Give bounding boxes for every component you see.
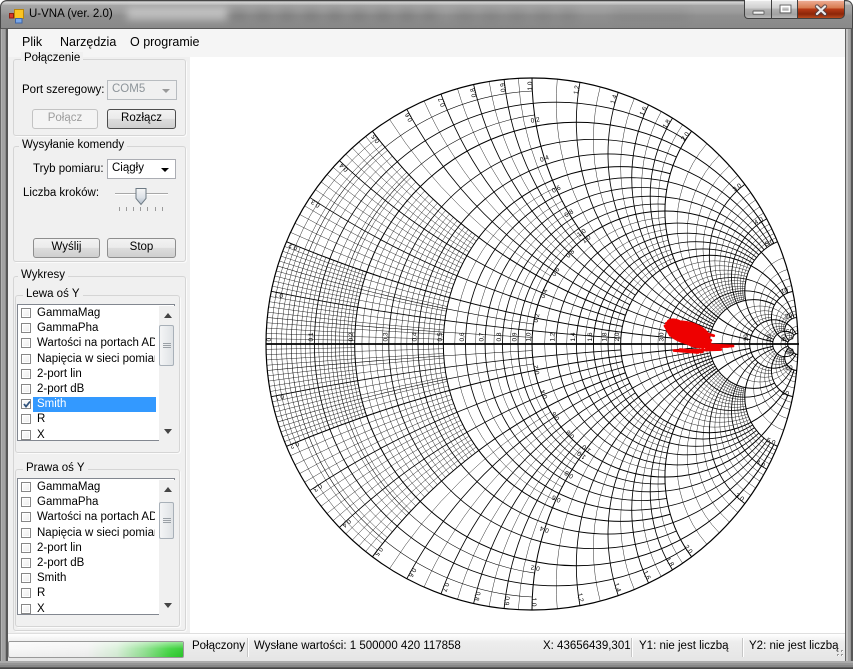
svg-text:10: 10 bbox=[780, 287, 789, 295]
svg-text:20: 20 bbox=[766, 334, 773, 342]
svg-text:0,4: 0,4 bbox=[539, 388, 549, 399]
svg-text:1,0: 1,0 bbox=[527, 81, 534, 90]
svg-text:3,0: 3,0 bbox=[734, 492, 746, 503]
svg-text:0,6: 0,6 bbox=[551, 184, 563, 194]
svg-text:1,8: 1,8 bbox=[664, 557, 675, 569]
svg-text:0: 0 bbox=[266, 338, 273, 342]
svg-text:1,0: 1,0 bbox=[530, 597, 537, 606]
svg-text:1,6: 1,6 bbox=[641, 570, 651, 582]
svg-text:0,4: 0,4 bbox=[540, 288, 550, 299]
svg-text:0,9: 0,9 bbox=[499, 82, 507, 92]
svg-text:0,8: 0,8 bbox=[469, 87, 478, 98]
svg-text:20: 20 bbox=[785, 313, 793, 321]
svg-text:0,2: 0,2 bbox=[530, 563, 541, 572]
svg-text:0,6: 0,6 bbox=[551, 266, 562, 278]
svg-text:0,4: 0,4 bbox=[539, 154, 550, 164]
svg-text:0,5: 0,5 bbox=[437, 332, 444, 341]
svg-text:50: 50 bbox=[786, 329, 794, 336]
svg-text:1,4: 1,4 bbox=[570, 332, 577, 341]
svg-text:5,0: 5,0 bbox=[764, 238, 775, 248]
svg-text:3,0: 3,0 bbox=[659, 332, 666, 341]
svg-text:1,8: 1,8 bbox=[662, 118, 673, 130]
svg-text:0,8: 0,8 bbox=[496, 332, 503, 341]
svg-text:0,1: 0,1 bbox=[274, 392, 285, 401]
svg-text:0,2: 0,2 bbox=[348, 332, 355, 341]
svg-text:0,9: 0,9 bbox=[502, 596, 510, 606]
svg-text:0,4: 0,4 bbox=[412, 332, 419, 341]
svg-text:1,6: 1,6 bbox=[587, 332, 594, 341]
svg-text:0,2: 0,2 bbox=[530, 116, 541, 125]
svg-text:0,4: 0,4 bbox=[338, 161, 350, 173]
svg-text:0,6: 0,6 bbox=[459, 332, 466, 341]
svg-text:1,0: 1,0 bbox=[526, 332, 533, 341]
svg-text:0,8: 0,8 bbox=[472, 591, 481, 602]
svg-text:1,2: 1,2 bbox=[576, 592, 585, 603]
svg-text:0,6: 0,6 bbox=[551, 493, 563, 503]
svg-text:0,7: 0,7 bbox=[479, 332, 486, 341]
svg-text:1,8: 1,8 bbox=[602, 332, 609, 341]
svg-text:0,3: 0,3 bbox=[382, 332, 389, 341]
svg-text:20: 20 bbox=[785, 364, 793, 372]
svg-text:2,0: 2,0 bbox=[680, 131, 691, 143]
svg-text:50: 50 bbox=[786, 349, 794, 356]
svg-text:1,2: 1,2 bbox=[573, 85, 582, 96]
svg-text:1,4: 1,4 bbox=[612, 582, 622, 593]
svg-text:0,4: 0,4 bbox=[539, 524, 550, 534]
svg-text:0,7: 0,7 bbox=[437, 96, 447, 107]
svg-text:2,0: 2,0 bbox=[682, 544, 693, 556]
svg-text:2,0: 2,0 bbox=[614, 332, 621, 341]
svg-text:0,2: 0,2 bbox=[533, 313, 542, 324]
svg-text:0,6: 0,6 bbox=[550, 410, 561, 422]
svg-text:0,3: 0,3 bbox=[311, 482, 323, 493]
svg-text:0,9: 0,9 bbox=[512, 332, 519, 341]
svg-text:10: 10 bbox=[781, 389, 790, 397]
svg-text:0,5: 0,5 bbox=[373, 546, 384, 558]
svg-text:0,6: 0,6 bbox=[404, 111, 415, 123]
svg-text:0,2: 0,2 bbox=[533, 364, 542, 375]
svg-text:1,2: 1,2 bbox=[550, 332, 557, 341]
svg-text:0,1: 0,1 bbox=[308, 332, 315, 341]
svg-text:0,4: 0,4 bbox=[340, 517, 352, 529]
svg-text:0,3: 0,3 bbox=[310, 198, 322, 209]
svg-text:10: 10 bbox=[743, 334, 750, 342]
svg-text:0,1: 0,1 bbox=[273, 290, 284, 299]
svg-text:3,0: 3,0 bbox=[732, 182, 744, 193]
